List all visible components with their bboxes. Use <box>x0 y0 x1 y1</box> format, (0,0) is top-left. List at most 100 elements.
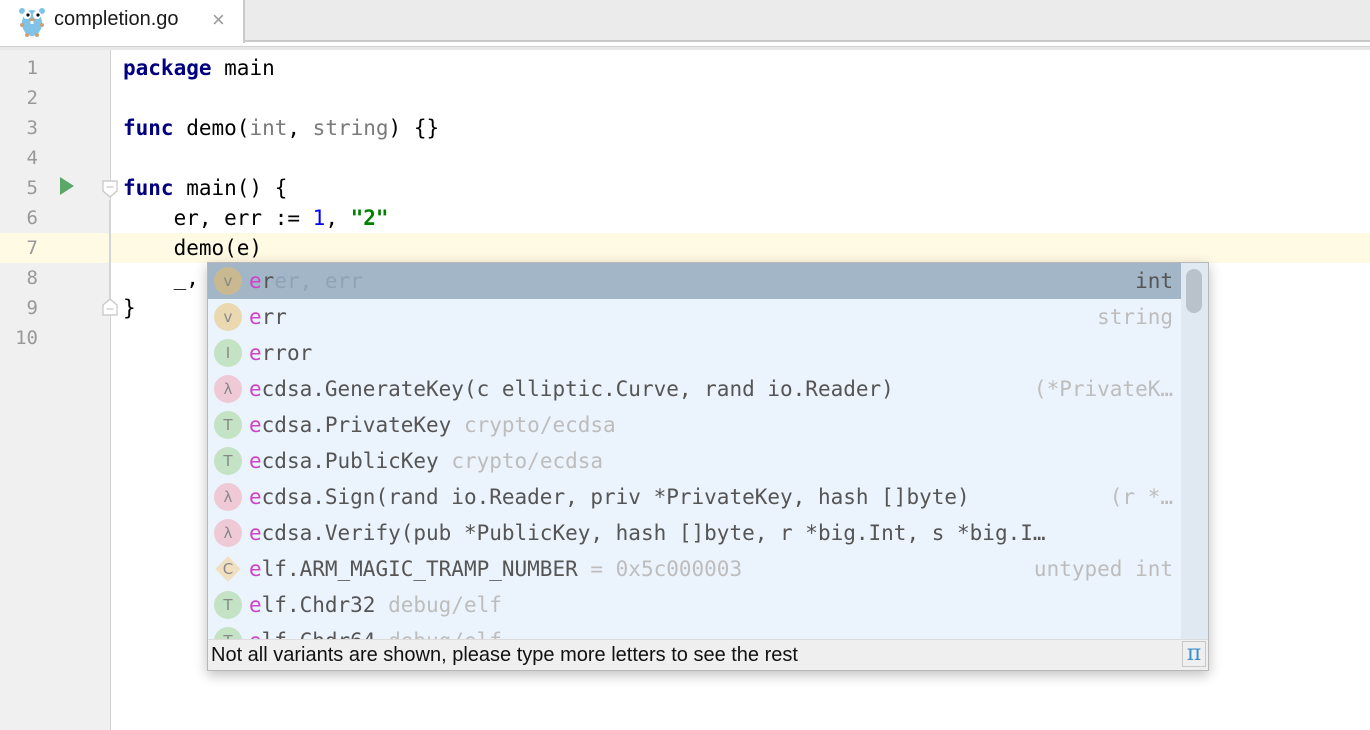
completion-item[interactable]: λ ecdsa.GenerateKey(c elliptic.Curve, ran… <box>208 371 1181 407</box>
completion-item[interactable]: Telf.Chdr64 debug/elf <box>208 623 1181 639</box>
match-highlight: e <box>249 629 262 639</box>
fold-guide <box>109 200 111 298</box>
completion-label: elf.Chdr32 debug/elf <box>249 587 502 623</box>
line-number: 9 <box>26 297 38 319</box>
completion-type: untyped int <box>1033 557 1173 581</box>
scrollbar[interactable] <box>1181 263 1208 639</box>
completion-label: error <box>249 335 312 371</box>
code-line-7: demo(e) <box>123 236 263 260</box>
fold-collapse-icon[interactable] <box>102 180 118 198</box>
line-number: 1 <box>26 57 38 79</box>
completion-list: v erer, err int v err string Ierror λ ecdsa.Gene… <box>208 263 1181 639</box>
completion-item[interactable]: Ierror <box>208 335 1181 371</box>
tab-completion-go[interactable]: completion.go × <box>0 0 245 43</box>
match-highlight: e <box>249 341 262 365</box>
code-line-6: er, err := 1, "2" <box>123 203 389 233</box>
completion-item[interactable]: λ ecdsa.Verify(pub *PublicKey, hash []byt… <box>208 515 1181 551</box>
variable-icon: v <box>214 267 242 295</box>
completion-name: cdsa.PrivateKey <box>261 413 452 437</box>
completion-item[interactable]: v erer, err int <box>208 263 1181 299</box>
keyword: package <box>123 56 212 80</box>
match-highlight: e <box>249 593 262 617</box>
scroll-thumb[interactable] <box>1186 269 1202 313</box>
completion-label: ecdsa.Verify(pub *PublicKey, hash []byte… <box>249 515 1046 551</box>
underlying-code-ghost: er, err <box>274 269 363 293</box>
code-text: , <box>325 206 351 230</box>
completion-item[interactable]: Telf.Chdr32 debug/elf <box>208 587 1181 623</box>
code-line-5: func main() { <box>123 173 287 203</box>
type-icon: T <box>214 627 242 639</box>
completion-detail: crypto/ecdsa <box>438 449 604 473</box>
completion-label: ecdsa.GenerateKey(c elliptic.Curve, rand… <box>249 371 894 407</box>
completion-type: (*PrivateK… <box>1033 377 1173 401</box>
badge-letter: T <box>223 452 233 470</box>
completion-name: cdsa.Verify(pub *PublicKey, hash []byte,… <box>261 521 1046 545</box>
completion-item[interactable]: v err string <box>208 299 1181 335</box>
match-highlight: e <box>249 305 262 329</box>
function-icon: λ <box>214 375 242 403</box>
badge-letter: λ <box>223 380 233 398</box>
tab-separator <box>0 46 1370 50</box>
completion-detail: debug/elf <box>375 593 502 617</box>
line-number: 8 <box>26 267 38 289</box>
interface-icon: I <box>214 339 242 367</box>
code-text: er, err := <box>123 206 313 230</box>
badge-letter: v <box>223 272 233 290</box>
completion-popup: v erer, err int v err string Ierror λ ecdsa.Gene… <box>207 262 1209 671</box>
completion-name: lf.Chdr64 <box>262 629 376 639</box>
run-icon[interactable] <box>60 177 74 195</box>
badge-letter: T <box>223 596 233 614</box>
completion-detail: debug/elf <box>375 629 502 639</box>
completion-name: rr <box>261 305 287 329</box>
completion-item[interactable]: Tecdsa.PublicKey crypto/ecdsa <box>208 443 1181 479</box>
number-literal: 1 <box>312 206 326 230</box>
popup-footer: Not all variants are shown, please type … <box>208 639 1208 670</box>
code-text: ) {} <box>388 116 440 140</box>
badge-letter: λ <box>223 488 233 506</box>
completion-name: lf.Chdr32 <box>261 593 376 617</box>
code-line-8: _, <box>123 266 199 290</box>
keyword: func <box>123 116 174 140</box>
badge-letter: C <box>222 560 234 578</box>
completion-label: elf.Chdr64 debug/elf <box>249 623 502 639</box>
code-line-1: package main <box>123 53 275 83</box>
match-highlight: e <box>249 413 262 437</box>
badge-letter: λ <box>223 524 233 542</box>
code-line-9: } <box>123 296 136 320</box>
code-line-3: func demo(int, string) {} <box>123 113 439 143</box>
completion-name: rror <box>261 341 313 365</box>
completion-label: elf.ARM_MAGIC_TRAMP_NUMBER = 0x5c000003 <box>249 551 742 587</box>
match-highlight: e <box>249 377 262 401</box>
line-number: 3 <box>26 117 38 139</box>
completion-name: lf.ARM_MAGIC_TRAMP_NUMBER <box>261 557 578 581</box>
code-text: demo( <box>173 116 250 140</box>
completion-item[interactable]: Tecdsa.PrivateKey crypto/ecdsa <box>208 407 1181 443</box>
type-icon: T <box>214 447 242 475</box>
match-highlight: e <box>249 485 262 509</box>
line-number: 6 <box>26 207 38 229</box>
completion-type: string <box>1097 305 1173 329</box>
fold-end-icon[interactable] <box>102 298 118 316</box>
badge-letter: I <box>225 344 231 362</box>
type-icon: T <box>214 411 242 439</box>
type-name: int <box>249 116 288 140</box>
badge-letter: T <box>223 632 232 639</box>
completion-name: cdsa.PublicKey <box>261 449 439 473</box>
completion-item[interactable]: λ ecdsa.Sign(rand io.Reader, priv *Privat… <box>208 479 1181 515</box>
pi-icon[interactable]: π <box>1182 641 1206 667</box>
keyword: func <box>123 176 174 200</box>
match-highlight: e <box>249 557 262 581</box>
function-icon: λ <box>214 483 242 511</box>
completion-name: r <box>261 269 275 293</box>
string-literal: "2" <box>350 206 389 230</box>
completion-detail: = 0x5c000003 <box>577 557 743 581</box>
constant-icon: C <box>214 555 242 583</box>
completion-label: ecdsa.Sign(rand io.Reader, priv *Private… <box>249 479 970 515</box>
tab-title: completion.go <box>54 8 179 30</box>
completion-item[interactable]: Celf.ARM_MAGIC_TRAMP_NUMBER = 0x5c000003… <box>208 551 1181 587</box>
close-icon[interactable]: × <box>212 7 225 33</box>
completion-label: ecdsa.PrivateKey crypto/ecdsa <box>249 407 616 443</box>
code-text: main <box>211 56 275 80</box>
match-highlight: e <box>249 449 262 473</box>
completion-label: err <box>249 299 287 335</box>
